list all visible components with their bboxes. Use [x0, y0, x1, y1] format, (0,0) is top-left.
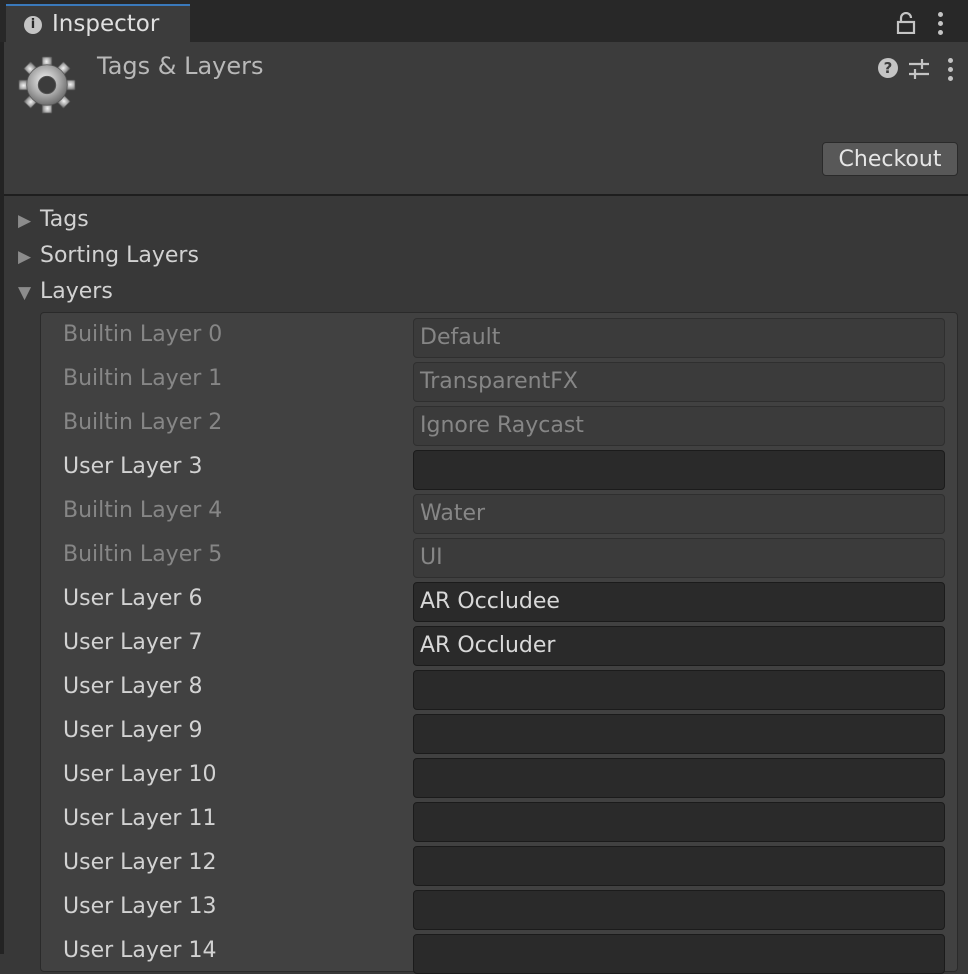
layer-label: Builtin Layer 4 [63, 498, 223, 523]
header-more-icon[interactable] [947, 58, 953, 81]
layer-label: User Layer 7 [63, 630, 203, 655]
layer-label: Builtin Layer 5 [63, 542, 223, 567]
window-tab-bar: i Inspector [0, 0, 968, 42]
layer-label: User Layer 13 [63, 894, 217, 919]
layers-list: Builtin Layer 0 Default Builtin Layer 1 … [40, 312, 958, 974]
section-sorting-layers[interactable]: ▶ Sorting Layers [18, 241, 199, 271]
layer-name-input[interactable] [413, 714, 945, 754]
collapse-arrow-icon: ▼ [18, 283, 32, 303]
layer-row: User Layer 14 [41, 929, 957, 974]
layer-name-input[interactable] [413, 846, 945, 886]
layer-row: User Layer 12 [41, 841, 957, 886]
layer-label: User Layer 3 [63, 454, 203, 479]
tab-label: Inspector [52, 11, 160, 37]
layer-name-input[interactable] [413, 450, 945, 490]
layer-name-input[interactable]: AR Occluder [413, 626, 945, 666]
layer-row: Builtin Layer 5 UI [41, 533, 957, 578]
layer-label: User Layer 6 [63, 586, 203, 611]
layer-name-input[interactable]: AR Occludee [413, 582, 945, 622]
layer-row: User Layer 7 AR Occluder [41, 621, 957, 666]
layer-label: User Layer 11 [63, 806, 217, 831]
layer-name-input[interactable] [413, 890, 945, 930]
layer-name-input[interactable] [413, 670, 945, 710]
layer-label: Builtin Layer 1 [63, 366, 223, 391]
expand-arrow-icon: ▶ [18, 247, 32, 267]
layer-name-field: Ignore Raycast [413, 406, 945, 446]
layer-row: Builtin Layer 2 Ignore Raycast [41, 401, 957, 446]
layer-name-field: TransparentFX [413, 362, 945, 402]
layer-label: User Layer 8 [63, 674, 203, 699]
expand-arrow-icon: ▶ [18, 211, 32, 231]
layer-label: Builtin Layer 2 [63, 410, 223, 435]
layer-label: User Layer 10 [63, 762, 217, 787]
gear-icon [18, 56, 76, 114]
layer-row: User Layer 9 [41, 709, 957, 754]
tab-inspector[interactable]: i Inspector [6, 4, 190, 42]
layer-row: User Layer 10 [41, 753, 957, 798]
layer-row: Builtin Layer 1 TransparentFX [41, 357, 957, 402]
layer-row: User Layer 13 [41, 885, 957, 930]
layer-label: User Layer 14 [63, 938, 217, 963]
layer-row: User Layer 6 AR Occludee [41, 577, 957, 622]
inspector-header: Tags & Layers ? Checkout [4, 42, 968, 196]
layer-label: User Layer 12 [63, 850, 217, 875]
layer-name-input[interactable] [413, 802, 945, 842]
section-tags[interactable]: ▶ Tags [18, 205, 89, 235]
tab-more-icon[interactable] [937, 12, 943, 35]
layer-name-field: UI [413, 538, 945, 578]
info-icon: i [24, 16, 42, 34]
lock-icon[interactable] [896, 12, 916, 34]
layer-label: Builtin Layer 0 [63, 322, 223, 347]
layer-row: Builtin Layer 0 Default [41, 313, 957, 358]
layer-row: User Layer 3 [41, 445, 957, 490]
help-icon[interactable]: ? [878, 58, 898, 78]
layer-name-field: Default [413, 318, 945, 358]
checkout-button[interactable]: Checkout [822, 142, 958, 176]
layer-row: User Layer 11 [41, 797, 957, 842]
layer-name-input[interactable] [413, 758, 945, 798]
page-title: Tags & Layers [97, 52, 264, 80]
section-label: Sorting Layers [40, 243, 199, 268]
layer-label: User Layer 9 [63, 718, 203, 743]
layer-row: Builtin Layer 4 Water [41, 489, 957, 534]
section-label: Tags [40, 207, 89, 232]
settings-icon[interactable] [908, 58, 930, 80]
section-layers[interactable]: ▼ Layers [18, 277, 113, 307]
section-label: Layers [40, 279, 113, 304]
layer-name-input[interactable] [413, 934, 945, 974]
layer-name-field: Water [413, 494, 945, 534]
layer-row: User Layer 8 [41, 665, 957, 710]
